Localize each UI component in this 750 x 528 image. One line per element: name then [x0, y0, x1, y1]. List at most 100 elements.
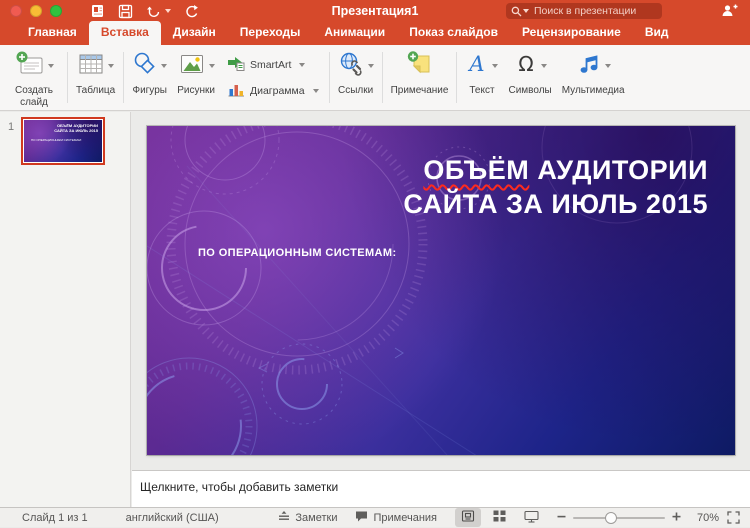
- tab-slideshow[interactable]: Показ слайдов: [397, 21, 510, 45]
- tab-review[interactable]: Рецензирование: [510, 21, 633, 45]
- slideshow-view-button[interactable]: [518, 508, 545, 528]
- save-icon[interactable]: [118, 4, 133, 19]
- chart-label: Диаграмма: [249, 84, 305, 97]
- notes-icon: [278, 510, 290, 525]
- undo-caret-icon[interactable]: [165, 9, 171, 13]
- slide-subtitle-textbox[interactable]: ПО ОПЕРАЦИОННЫМ СИСТЕМАМ:: [198, 247, 397, 259]
- zoom-in-button[interactable]: [672, 512, 681, 524]
- new-slide-button[interactable]: Создать слайд: [4, 47, 64, 108]
- ribbon-separator: [381, 52, 383, 103]
- pictures-caret-icon: [208, 64, 215, 68]
- tab-view[interactable]: Вид: [633, 21, 681, 45]
- tab-transitions[interactable]: Переходы: [228, 21, 313, 45]
- chart-caret-icon: [312, 88, 319, 93]
- smartart-button[interactable]: SmartArt: [227, 56, 319, 74]
- pictures-label: Рисунки: [177, 85, 215, 96]
- comments-toggle-label: Примечания: [373, 511, 437, 524]
- links-icon: [338, 51, 365, 82]
- chart-button[interactable]: Диаграмма: [227, 82, 319, 100]
- editing-canvas: ОБЪЁМ АУДИТОРИИ САЙТА ЗА ИЮЛЬ 2015 ПО ОП…: [132, 112, 750, 470]
- titlebar: Презентация1: [0, 0, 750, 22]
- zoom-out-button[interactable]: [557, 512, 566, 524]
- language-indicator[interactable]: английский (США): [126, 512, 219, 524]
- search-input[interactable]: [532, 4, 646, 18]
- shapes-label: Фигуры: [132, 85, 167, 96]
- slideshow-icon: [524, 510, 539, 526]
- search-box[interactable]: [506, 3, 662, 19]
- comment-button[interactable]: Примечание: [386, 47, 454, 108]
- media-label: Мультимедиа: [561, 85, 625, 96]
- close-window-button[interactable]: [10, 5, 22, 17]
- new-slide-caret-icon: [47, 64, 54, 68]
- zoom-slider[interactable]: [573, 511, 665, 524]
- smartart-icon: [227, 56, 245, 74]
- new-slide-label: Создать слайд: [14, 85, 53, 108]
- shapes-button[interactable]: Фигуры: [127, 47, 172, 108]
- search-icon: [511, 6, 522, 17]
- text-label: Текст: [469, 85, 495, 96]
- symbols-icon: Ω: [514, 51, 538, 82]
- slide-sorter-view-button[interactable]: [487, 508, 512, 527]
- ribbon-separator: [123, 52, 125, 103]
- links-button[interactable]: Ссылки: [333, 47, 379, 108]
- normal-view-button[interactable]: [455, 508, 481, 527]
- normal-view-icon: [461, 510, 475, 525]
- search-scope-caret-icon[interactable]: [523, 9, 529, 13]
- fit-slide-to-window-icon[interactable]: [727, 511, 740, 524]
- notes-placeholder: Щелкните, чтобы добавить заметки: [140, 480, 339, 494]
- slide-title-line1-rest: АУДИТОРИИ: [529, 155, 708, 185]
- zoom-level[interactable]: 70%: [689, 512, 719, 524]
- pictures-button[interactable]: Рисунки: [172, 47, 220, 108]
- notes-toggle[interactable]: Заметки: [278, 510, 337, 525]
- shapes-icon: [132, 51, 158, 82]
- comment-label: Примечание: [390, 85, 449, 96]
- tab-animations[interactable]: Анимации: [312, 21, 397, 45]
- slide-title-textbox[interactable]: ОБЪЁМ АУДИТОРИИ САЙТА ЗА ИЮЛЬ 2015: [403, 153, 708, 222]
- thumbnail-title: ОБЪЁМ АУДИТОРИИ САЙТА ЗА ИЮЛЬ 2015: [54, 123, 98, 134]
- slide[interactable]: ОБЪЁМ АУДИТОРИИ САЙТА ЗА ИЮЛЬ 2015 ПО ОП…: [147, 126, 735, 455]
- text-icon: A: [465, 51, 489, 82]
- table-button[interactable]: Таблица: [71, 47, 120, 108]
- thumbnail-subtitle: ПО ОПЕРАЦИОННЫМ СИСТЕМАМ:: [31, 138, 82, 142]
- comments-icon: [355, 510, 368, 525]
- ribbon-tab-bar: Главная Вставка Дизайн Переходы Анимации…: [0, 21, 750, 62]
- share-icon[interactable]: [721, 3, 738, 23]
- notes-pane[interactable]: Щелкните, чтобы добавить заметки: [132, 470, 750, 507]
- shapes-caret-icon: [161, 64, 168, 68]
- ribbon-separator: [328, 52, 330, 103]
- zoom-slider-track: [573, 517, 665, 519]
- window-controls: [10, 5, 62, 17]
- ribbon: Создать слайд Таблица Фигуры Рисунки Sma…: [0, 45, 750, 111]
- symbols-caret-icon: [540, 64, 547, 68]
- zoom-slider-knob[interactable]: [605, 511, 617, 524]
- redo-icon[interactable]: [184, 4, 199, 19]
- comment-icon: [406, 50, 434, 82]
- pictures-icon: [178, 51, 206, 82]
- slide-thumbnail-panel: 1 ОБЪЁМ АУДИТОРИИ САЙТА ЗА ИЮЛЬ 2015 ПО …: [0, 112, 131, 507]
- media-caret-icon: [604, 64, 611, 68]
- table-label: Таблица: [76, 85, 116, 96]
- tab-home[interactable]: Главная: [16, 21, 89, 45]
- new-slide-icon: [15, 50, 45, 83]
- undo-icon[interactable]: [146, 4, 171, 19]
- comments-toggle[interactable]: Примечания: [355, 510, 437, 525]
- tab-design[interactable]: Дизайн: [161, 21, 228, 45]
- svg-text:A: A: [468, 52, 485, 76]
- symbols-button[interactable]: Ω Символы: [503, 47, 556, 108]
- text-button[interactable]: A Текст: [460, 47, 503, 108]
- zoom-window-button[interactable]: [50, 5, 62, 17]
- media-button[interactable]: Мультимедиа: [557, 47, 630, 108]
- slide-counter: Слайд 1 из 1: [22, 511, 88, 524]
- slide-thumbnail[interactable]: ОБЪЁМ АУДИТОРИИ САЙТА ЗА ИЮЛЬ 2015 ПО ОП…: [21, 117, 105, 165]
- minimize-window-button[interactable]: [30, 5, 42, 17]
- svg-text:Ω: Ω: [518, 52, 533, 76]
- ribbon-separator: [67, 52, 68, 103]
- slide-number: 1: [8, 121, 15, 133]
- table-caret-icon: [108, 64, 115, 68]
- status-bar: Слайд 1 из 1 английский (США) Заметки Пр…: [0, 507, 750, 527]
- document-icon[interactable]: [90, 3, 105, 19]
- smartart-caret-icon: [299, 62, 306, 67]
- chart-icon: [227, 82, 245, 100]
- slide-title-misspelled-word: ОБЪЁМ: [423, 155, 530, 185]
- tab-insert[interactable]: Вставка: [88, 21, 161, 45]
